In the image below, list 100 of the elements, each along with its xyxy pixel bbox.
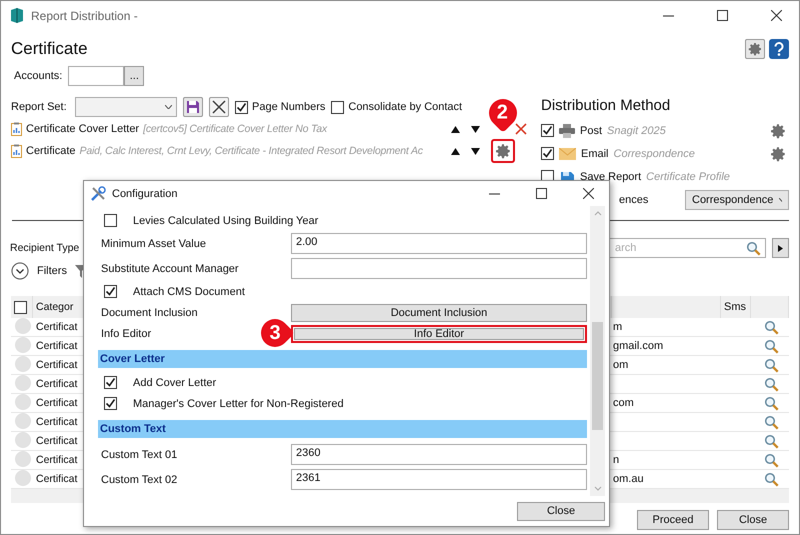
report-set-label: Report Set: [11,101,68,113]
window-title: Report Distribution - [31,8,138,22]
table-cell-text: m [612,320,624,335]
search-icon[interactable] [764,452,779,468]
input-field[interactable]: 2360 [291,444,587,465]
filters-label: Filters [37,265,67,277]
maximize-icon[interactable] [536,188,547,199]
table-cell: Certificat [36,321,78,333]
table-cell: Certificat [36,359,78,371]
checkbox[interactable] [235,100,248,114]
down-arrow-icon[interactable] [471,148,480,154]
search-icon[interactable] [764,414,779,430]
collapse-chevron-icon[interactable] [11,262,29,280]
close-button[interactable]: Close [517,502,605,520]
accounts-field[interactable] [68,66,124,86]
field-label: Substitute Account Manager [101,262,239,274]
delete-icon[interactable] [515,123,527,135]
dialog-button[interactable]: Close [717,510,789,530]
action-button[interactable]: Document Inclusion [291,304,587,322]
checkbox-label: Add Cover Letter [133,376,216,388]
table-cell: Certificat [36,397,78,409]
table-cell-text: gmail.com [612,339,664,354]
close-icon[interactable] [583,188,594,199]
search-icon[interactable] [746,240,761,256]
checkbox[interactable] [104,397,117,410]
report-icon [11,144,22,158]
search-icon[interactable] [764,396,779,410]
preferences-dropdown[interactable]: Correspondence [685,190,789,210]
method-settings-icon[interactable] [769,122,787,140]
recipient-type-label: Recipient Type [10,242,80,254]
input-field[interactable]: 2361 [291,469,587,490]
distribution-method-heading: Distribution Method [541,97,672,116]
search-icon[interactable] [764,358,779,372]
table-cell-text: om.au [612,472,645,487]
search-icon[interactable] [764,338,779,354]
minimize-icon[interactable] [662,14,674,16]
search-icon[interactable] [764,320,779,334]
report-icon [11,122,22,136]
maximize-icon[interactable] [716,10,728,21]
save-button[interactable] [183,97,203,117]
section-header: Custom Text [98,420,587,438]
close-icon[interactable] [770,10,782,21]
column-header[interactable]: Categor [36,301,74,313]
checkbox[interactable] [541,124,554,137]
app-logo-icon [11,8,23,23]
accounts-label: Accounts: [14,70,62,82]
field-label: Document Inclusion [101,306,198,318]
table-cell: Certificat [36,340,78,352]
up-arrow-icon[interactable] [451,148,460,154]
dialog-button[interactable]: Proceed [637,510,709,530]
browse-button[interactable]: ... [124,66,144,86]
checkbox[interactable] [541,147,554,160]
down-arrow-icon[interactable] [471,126,480,132]
checkbox[interactable] [104,376,117,389]
help-icon [773,42,785,56]
method-detail: Snagit 2025 [607,124,666,136]
search-icon[interactable] [764,434,779,448]
table-cell-text: n [612,453,620,468]
action-button[interactable]: Info Editor [291,324,587,342]
checkbox-label: Page Numbers [252,101,326,113]
method-name: Save Report [580,170,642,182]
tools-icon [90,186,106,202]
table-cell-text: com [612,396,635,411]
minimize-icon[interactable] [489,192,500,194]
method-detail: Correspondence [614,148,695,160]
checkbox-label: Attach CMS Document [133,286,245,298]
table-cell: Certificat [36,454,78,466]
checkbox[interactable] [104,285,117,298]
table-cell: Certificat [36,473,78,485]
up-arrow-icon[interactable] [451,126,460,132]
method-name: Email [581,148,609,160]
page-title: Certificate [11,39,89,59]
table-cell: Certificat [36,435,78,447]
report-description: [certcov5] Certificate Cover Letter No Tax [143,123,328,135]
checkbox-label: Manager's Cover Letter for Non-Registered [133,398,344,410]
table-cell: Certificat [36,378,78,390]
printer-icon [559,124,575,138]
table-cell: Certificat [36,416,78,428]
caret-icon [779,198,782,202]
report-name: Certificate [26,145,76,157]
input-field[interactable] [291,258,587,279]
checkbox[interactable] [331,100,344,114]
search-icon[interactable] [764,472,779,486]
report-description: Paid, Calc Interest, Crnt Levy, Certificate - Integrated Resort Development Ac [80,145,424,157]
method-name: Post [580,124,602,136]
checkbox[interactable] [104,214,117,227]
input-field[interactable]: 2.00 [291,233,587,254]
envelope-icon [559,148,576,160]
report-name: Certificate Cover Letter [26,123,140,135]
clear-button[interactable] [209,97,229,117]
section-header: Cover Letter [98,350,587,368]
caret-icon [165,105,172,109]
method-settings-icon[interactable] [769,144,787,162]
search-icon[interactable] [764,376,779,392]
gear-icon[interactable] [494,142,512,160]
help-button[interactable] [769,39,789,59]
field-label: Info Editor [101,328,152,340]
expand-button[interactable] [772,238,789,258]
field-label: Custom Text 02 [101,474,178,486]
checkbox[interactable] [14,300,27,314]
